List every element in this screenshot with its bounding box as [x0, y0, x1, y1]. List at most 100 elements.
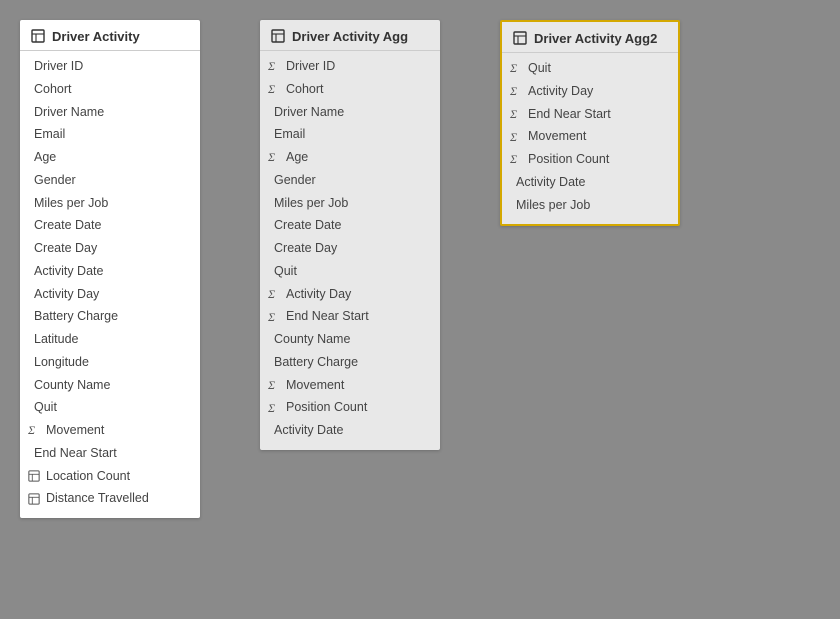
field-item[interactable]: Gender — [260, 169, 440, 192]
table-field-icon — [28, 493, 42, 505]
field-item[interactable]: Battery Charge — [20, 305, 200, 328]
field-name: Miles per Job — [274, 194, 348, 213]
field-item[interactable]: Quit — [20, 396, 200, 419]
field-item[interactable]: ΣActivity Day — [260, 283, 440, 306]
field-item[interactable]: ΣCohort — [260, 78, 440, 101]
field-item[interactable]: Driver Name — [20, 101, 200, 124]
field-name: Create Day — [274, 239, 337, 258]
field-name: Cohort — [286, 80, 324, 99]
field-name: Battery Charge — [34, 307, 118, 326]
table-header-driver-activity: Driver Activity — [20, 20, 200, 51]
field-item[interactable]: ΣPosition Count — [502, 148, 678, 171]
field-item[interactable]: Create Date — [260, 214, 440, 237]
table-grid-icon-driver-activity — [30, 28, 46, 44]
sigma-icon: Σ — [268, 148, 282, 166]
field-item[interactable]: ΣMovement — [20, 419, 200, 442]
field-item[interactable]: Cohort — [20, 78, 200, 101]
field-name: Quit — [274, 262, 297, 281]
field-item[interactable]: County Name — [20, 374, 200, 397]
field-item[interactable]: ΣEnd Near Start — [502, 103, 678, 126]
sigma-icon: Σ — [510, 59, 524, 77]
sigma-icon: Σ — [510, 105, 524, 123]
field-name: Latitude — [34, 330, 78, 349]
field-item[interactable]: ΣMovement — [502, 125, 678, 148]
table-field-icon — [28, 470, 42, 482]
field-name: Activity Day — [528, 82, 593, 101]
field-name: Movement — [286, 376, 344, 395]
table-header-driver-activity-agg2: Driver Activity Agg2 — [502, 22, 678, 53]
table-title-driver-activity-agg: Driver Activity Agg — [292, 29, 408, 44]
field-name: Quit — [528, 59, 551, 78]
field-item[interactable]: Battery Charge — [260, 351, 440, 374]
field-name: Movement — [528, 127, 586, 146]
field-item[interactable]: Driver ID — [20, 55, 200, 78]
field-name: Activity Date — [516, 173, 585, 192]
table-card-driver-activity: Driver Activity Driver ID CohortDriver Nam… — [20, 20, 200, 518]
field-name: Age — [34, 148, 56, 167]
table-grid-icon-driver-activity-agg2 — [512, 30, 528, 46]
field-name: Activity Day — [286, 285, 351, 304]
table-title-driver-activity: Driver Activity — [52, 29, 140, 44]
sigma-icon: Σ — [268, 376, 282, 394]
field-item[interactable]: Miles per Job — [502, 194, 678, 217]
field-name: County Name — [274, 330, 350, 349]
field-name: Activity Date — [274, 421, 343, 440]
field-item[interactable]: Activity Date — [260, 419, 440, 442]
field-item[interactable]: Activity Day — [20, 283, 200, 306]
sigma-icon: Σ — [268, 308, 282, 326]
field-item[interactable]: Miles per Job — [20, 192, 200, 215]
field-name: Location Count — [46, 467, 130, 486]
field-name: Driver Name — [274, 103, 344, 122]
field-item[interactable]: Driver Name — [260, 101, 440, 124]
field-item[interactable]: Distance Travelled — [20, 487, 200, 510]
field-list-driver-activity: Driver ID CohortDriver NameEmail Age Gender… — [20, 51, 200, 518]
field-item[interactable]: ΣEnd Near Start — [260, 305, 440, 328]
field-name: Quit — [34, 398, 57, 417]
canvas: Driver ActivityDriver IDCohortDriver Nam… — [0, 0, 840, 619]
field-name: Movement — [46, 421, 104, 440]
field-item[interactable]: Activity Date — [502, 171, 678, 194]
table-grid-icon-driver-activity-agg — [270, 28, 286, 44]
field-item[interactable]: ΣMovement — [260, 374, 440, 397]
field-item[interactable]: Quit — [260, 260, 440, 283]
field-item[interactable]: Miles per Job — [260, 192, 440, 215]
field-item[interactable]: ΣAge — [260, 146, 440, 169]
field-item[interactable]: Gender — [20, 169, 200, 192]
field-item[interactable]: Create Date — [20, 214, 200, 237]
field-name: End Near Start — [286, 307, 369, 326]
field-name: Driver ID — [34, 57, 83, 76]
field-item[interactable]: Activity Date — [20, 260, 200, 283]
field-name: Miles per Job — [34, 194, 108, 213]
field-name: Create Day — [34, 239, 97, 258]
field-name: End Near Start — [34, 444, 117, 463]
field-name: Create Date — [34, 216, 101, 235]
field-item[interactable]: Email — [20, 123, 200, 146]
field-item[interactable]: End Near Start — [20, 442, 200, 465]
field-item[interactable]: Longitude — [20, 351, 200, 374]
field-name: Distance Travelled — [46, 489, 149, 508]
field-item[interactable]: Location Count — [20, 465, 200, 488]
field-item[interactable]: ΣQuit — [502, 57, 678, 80]
field-item[interactable]: Latitude — [20, 328, 200, 351]
sigma-icon: Σ — [510, 128, 524, 146]
field-item[interactable]: ΣDriver ID — [260, 55, 440, 78]
field-name: Miles per Job — [516, 196, 590, 215]
field-item[interactable]: ΣPosition Count — [260, 396, 440, 419]
field-item[interactable]: Age — [20, 146, 200, 169]
field-name: Email — [274, 125, 305, 144]
field-item[interactable]: ΣActivity Day — [502, 80, 678, 103]
field-name: Battery Charge — [274, 353, 358, 372]
table-header-driver-activity-agg: Driver Activity Agg — [260, 20, 440, 51]
table-card-driver-activity-agg2: Driver Activity Agg2ΣQuitΣActivity DayΣE… — [500, 20, 680, 226]
field-name: Position Count — [286, 398, 367, 417]
sigma-icon: Σ — [268, 80, 282, 98]
sigma-icon: Σ — [510, 150, 524, 168]
field-name: Activity Day — [34, 285, 99, 304]
field-name: End Near Start — [528, 105, 611, 124]
field-item[interactable]: Create Day — [20, 237, 200, 260]
field-list-driver-activity-agg2: ΣQuitΣActivity DayΣEnd Near StartΣMoveme… — [502, 53, 678, 224]
field-item[interactable]: County Name — [260, 328, 440, 351]
field-item[interactable]: Create Day — [260, 237, 440, 260]
field-item[interactable]: Email — [260, 123, 440, 146]
field-name: Longitude — [34, 353, 89, 372]
